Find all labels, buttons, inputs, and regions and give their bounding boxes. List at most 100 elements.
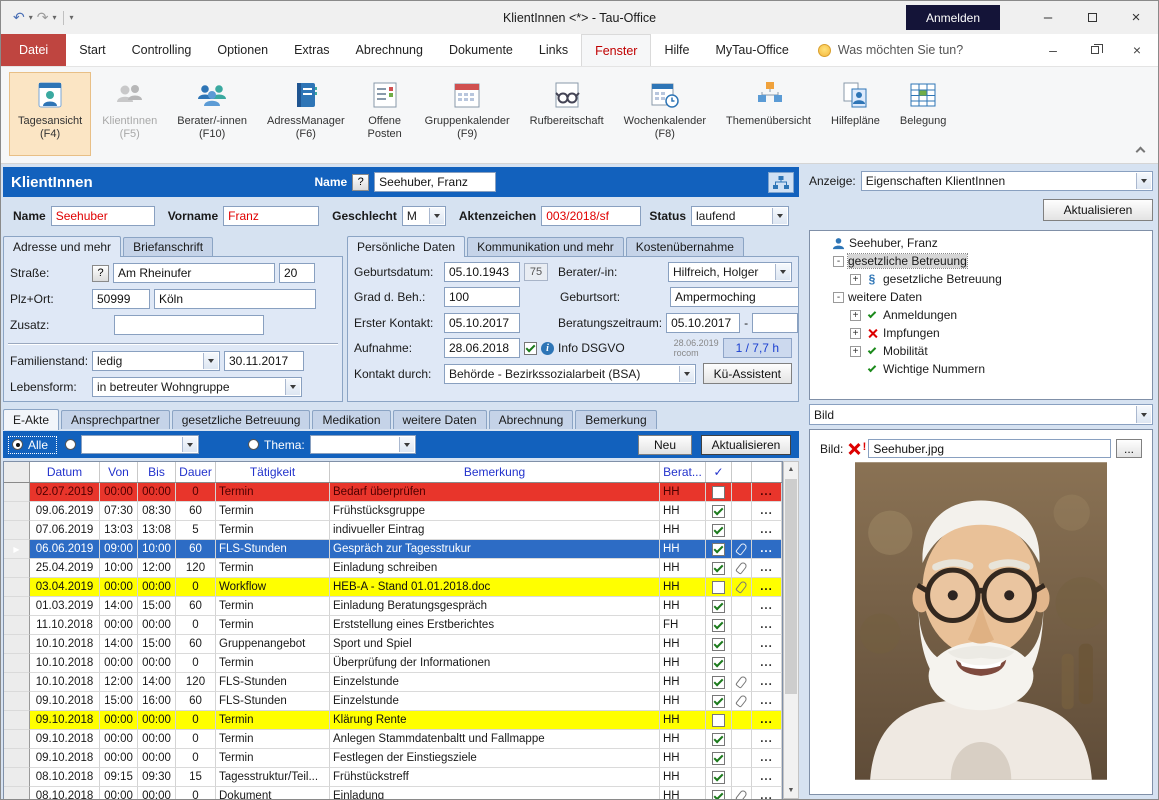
aktenzeichen-input[interactable] [541,206,641,226]
row-options-button[interactable]: ... [752,711,782,730]
row-selector[interactable] [4,787,30,799]
anzeige-combo[interactable]: Eigenschaften KlientInnen [861,171,1153,191]
collapse-ribbon-button[interactable] [1132,141,1148,157]
ribbon-item-themen-bersicht[interactable]: Themenübersicht [717,72,820,156]
chevron-down-icon[interactable] [203,353,218,369]
neu-button[interactable]: Neu [638,435,692,455]
table-row[interactable]: 07.06.201913:0313:085Terminindivueller E… [4,521,782,540]
erster-kontakt-input[interactable] [444,313,520,333]
done-checkbox[interactable] [712,638,725,651]
scroll-down-icon[interactable]: ▼ [784,783,798,798]
table-row[interactable]: 10.10.201800:0000:000TerminÜberprüfung d… [4,654,782,673]
eakte-tab-weitere-daten[interactable]: weitere Daten [393,410,487,429]
ribbon-tab-optionen[interactable]: Optionen [204,34,281,66]
done-checkbox[interactable] [712,733,725,746]
table-row[interactable]: 10.10.201814:0015:0060GruppenangebotSpor… [4,635,782,654]
berater-combo[interactable]: Hilfreich, Holger [668,262,792,282]
done-checkbox[interactable] [712,695,725,708]
chevron-down-icon[interactable] [429,208,444,224]
column-header-dauer[interactable]: Dauer [176,462,216,482]
collapse-icon[interactable]: - [833,256,844,267]
row-selector[interactable] [4,616,30,635]
table-row[interactable]: 09.10.201815:0016:0060FLS-StundenEinzels… [4,692,782,711]
done-checkbox[interactable] [712,581,725,594]
done-checkbox[interactable] [712,790,725,800]
tree-item-impfungen[interactable]: +Impfungen [812,324,1150,342]
table-row[interactable]: 09.10.201800:0000:000TerminKlärung Rente… [4,711,782,730]
undo-dropdown-icon[interactable]: ▾ [28,13,34,22]
row-selector[interactable] [4,597,30,616]
ribbon-tab-hilfe[interactable]: Hilfe [651,34,702,66]
row-selector[interactable] [4,768,30,787]
column-header-bis[interactable]: Bis [138,462,176,482]
kontakt-durch-combo[interactable]: Behörde - Bezirkssozialarbeit (BSA) [444,364,696,384]
ribbon-tab-start[interactable]: Start [66,34,118,66]
done-checkbox[interactable] [712,543,725,556]
row-selector[interactable] [4,521,30,540]
ribbon-item-tagesansicht[interactable]: Tagesansicht(F4) [9,72,91,156]
delete-image-icon[interactable]: ! [848,442,863,456]
scrollbar-thumb[interactable] [785,479,797,694]
geburtsort-input[interactable] [670,287,799,307]
dsgvo-checkbox[interactable] [524,342,537,355]
row-options-button[interactable]: ... [752,483,782,502]
persoenlich-tab-pers-nliche-daten[interactable]: Persönliche Daten [347,236,465,257]
row-options-button[interactable]: ... [752,635,782,654]
row-selector[interactable]: ▶ [4,540,30,559]
row-options-button[interactable]: ... [752,521,782,540]
table-row[interactable]: 01.03.201914:0015:0060TerminEinladung Be… [4,597,782,616]
ribbon-item-berater-innen[interactable]: Berater/-innen(F10) [168,72,256,156]
eakte-tab-abrechnung[interactable]: Abrechnung [489,410,574,429]
radio-alle[interactable] [12,439,23,450]
table-row[interactable]: 08.10.201809:1509:3015Tagesstruktur/Teil… [4,768,782,787]
ort-input[interactable] [154,289,316,309]
ribbon-tab-datei[interactable]: Datei [1,34,66,66]
redo-icon[interactable]: ↷ [35,9,51,26]
bild-section-combo[interactable]: Bild [809,404,1153,425]
expand-icon[interactable]: + [850,346,861,357]
table-row[interactable]: 08.10.201800:0000:000DokumentEinladungHH… [4,787,782,799]
plz-input[interactable] [92,289,150,309]
browse-button[interactable]: ... [1116,439,1142,458]
beratungszeitraum-von-input[interactable] [666,313,740,333]
ribbon-tab-controlling[interactable]: Controlling [119,34,205,66]
chevron-down-icon[interactable] [285,379,300,395]
table-row[interactable]: 09.10.201800:0000:000TerminAnlegen Stamm… [4,730,782,749]
ribbon-tab-fenster[interactable]: Fenster [581,34,651,66]
eakte-tab-gesetzliche-betreuung[interactable]: gesetzliche Betreuung [172,410,311,429]
close-button[interactable]: × [1114,1,1158,34]
eakte-tab-bemerkung[interactable]: Bemerkung [575,410,656,429]
radio-fls[interactable] [65,439,76,450]
table-row[interactable]: 02.07.201900:0000:000TerminBedarf überpr… [4,483,782,502]
ribbon-item-adressmanager[interactable]: AdressManager(F6) [258,72,354,156]
vorname-input[interactable] [223,206,319,226]
row-selector[interactable] [4,559,30,578]
ribbon-tab-extras[interactable]: Extras [281,34,342,66]
table-scrollbar[interactable]: ▲ ▼ [783,461,799,799]
row-options-button[interactable]: ... [752,673,782,692]
tellme-box[interactable]: Was möchten Sie tun? [818,34,963,66]
aufnahme-input[interactable] [444,338,520,358]
row-options-button[interactable]: ... [752,597,782,616]
row-options-button[interactable]: ... [752,540,782,559]
thema-combo[interactable]: Tagesablauf [310,435,416,454]
ribbon-item-hilfepl-ne[interactable]: Hilfepläne [822,72,889,156]
row-options-button[interactable]: ... [752,768,782,787]
strasse-help-button[interactable]: ? [92,265,109,282]
minimize-button[interactable]: – [1026,1,1070,34]
redo-dropdown-icon[interactable]: ▾ [51,13,57,22]
chevron-down-icon[interactable] [182,437,197,452]
beratungszeitraum-bis-input[interactable] [752,313,798,333]
column-header-chk[interactable]: ✓ [706,462,732,482]
familienstand-combo[interactable]: ledig [92,351,220,371]
row-selector[interactable] [4,673,30,692]
table-row[interactable]: 11.10.201800:0000:000TerminErststellung … [4,616,782,635]
chevron-down-icon[interactable] [772,208,787,224]
table-row[interactable]: 10.10.201812:0014:00120FLS-StundenEinzel… [4,673,782,692]
column-header-von[interactable]: Von [100,462,138,482]
eakte-tab-e-akte[interactable]: E-Akte [3,409,59,430]
chevron-down-icon[interactable] [399,437,414,452]
column-header-sel[interactable] [4,462,30,482]
status-combo[interactable]: laufend [691,206,789,226]
expand-icon[interactable]: + [850,328,861,339]
